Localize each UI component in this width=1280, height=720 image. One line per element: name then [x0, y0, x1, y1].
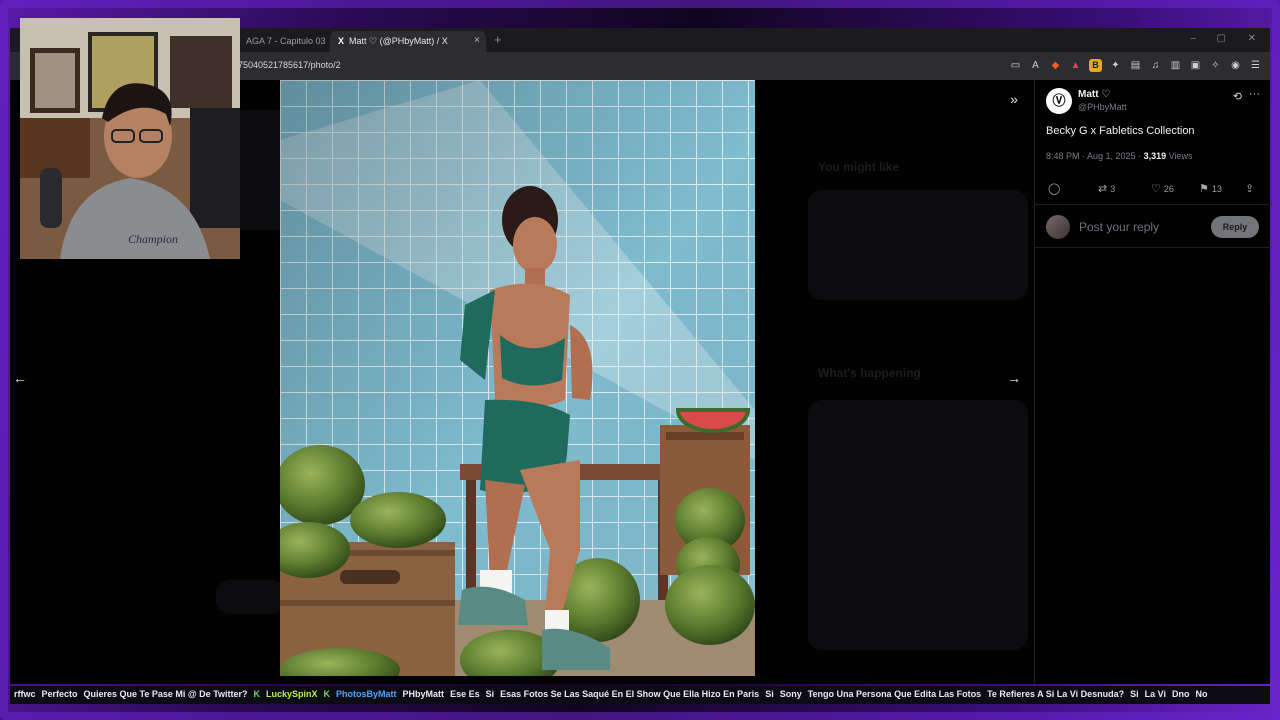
retweet-action[interactable]: ⇄ 3 — [1098, 182, 1115, 195]
chat-message: Dno — [1172, 689, 1190, 699]
share-action[interactable]: ⇪ — [1245, 182, 1257, 195]
views-label: Views — [1166, 151, 1193, 161]
post-detail-panel: Ⓥ Matt ♡ @PHbyMatt ⟲ ··· Becky G x Fable… — [1034, 80, 1271, 684]
dimmed-trends — [808, 400, 1028, 650]
chat-message: LuckySpinX — [266, 689, 318, 699]
previous-photo-button[interactable]: ← — [7, 365, 33, 391]
retweet-icon: ⇄ — [1098, 183, 1108, 195]
post-actions: ◯ ⇄ 3 ♡ 26 ⚑ 13 ⇪ — [1035, 182, 1271, 198]
brave-rewards-icon[interactable]: ▲ — [1069, 59, 1082, 72]
reply-action[interactable]: ◯ — [1048, 182, 1063, 195]
user-avatar — [1046, 215, 1070, 239]
chat-message: Si — [765, 689, 774, 699]
chat-badge-icon: K — [323, 689, 331, 699]
tab-close-icon[interactable]: × — [474, 35, 480, 46]
chat-message: No — [1195, 689, 1208, 699]
chat-message: Esas Fotos Se Las Saqué En El Show Que E… — [500, 689, 760, 699]
like-action[interactable]: ♡ 26 — [1151, 182, 1174, 195]
svg-text:Champion: Champion — [128, 232, 178, 246]
chat-message: PhotosByMatt — [336, 689, 397, 699]
new-tab-button[interactable]: + — [494, 32, 502, 47]
dimmed-post-button — [216, 580, 286, 614]
dimmed-suggestions — [808, 190, 1028, 300]
photo-image — [280, 80, 755, 676]
vpn-icon[interactable]: ◉ — [1229, 59, 1242, 72]
tab-x-profile[interactable]: X Matt ♡ (@PHbyMatt) / X × — [330, 31, 486, 52]
share-icon: ⇪ — [1245, 183, 1255, 195]
tab-aga-label: AGA 7 - Capitulo 03 — [246, 36, 326, 46]
cast-icon[interactable]: ▭ — [1009, 59, 1022, 72]
reply-icon: ◯ — [1048, 183, 1061, 195]
chat-badge-icon: K — [253, 689, 261, 699]
leo-icon[interactable]: ✧ — [1209, 59, 1222, 72]
bookmark-count: 13 — [1211, 184, 1222, 194]
chat-message: Si — [485, 689, 495, 699]
sidebar-icon[interactable]: ▥ — [1169, 59, 1182, 72]
chat-ticker: rffwc Perfecto Quieres Que Te Pase Mi @ De… — [10, 686, 1270, 704]
post-time[interactable]: 8:48 PM · Aug 1, 2025 · — [1046, 151, 1144, 161]
reply-input[interactable]: Post your reply — [1079, 220, 1159, 234]
chat-message: Ese Es — [450, 689, 480, 699]
more-options-icon[interactable]: ··· — [1249, 88, 1260, 100]
wallet-icon[interactable]: ▣ — [1189, 59, 1202, 72]
tab-aga[interactable]: AGA 7 - Capitulo 03 — [238, 31, 330, 52]
bookmark-action[interactable]: ⚑ 13 — [1199, 182, 1222, 195]
chat-message: Te Refieres A Si La Vi Desnuda? — [987, 689, 1125, 699]
post-text: Becky G x Fabletics Collection — [1046, 125, 1195, 137]
reply-button[interactable]: Reply — [1211, 216, 1259, 238]
author-handle[interactable]: @PHbyMatt — [1078, 102, 1127, 112]
chat-message: rffwc — [14, 689, 36, 699]
dimmed-you-might-like: You might like — [818, 160, 900, 174]
next-photo-button[interactable]: → — [1001, 365, 1027, 391]
chat-message: Sony — [779, 689, 802, 699]
minimize-icon[interactable]: – — [1190, 33, 1196, 44]
chat-message: La Vi — [1144, 689, 1167, 699]
bookmark-icon: ⚑ — [1199, 183, 1209, 195]
reply-composer: Post your reply Reply — [1035, 204, 1271, 248]
author-name[interactable]: Matt ♡ — [1078, 89, 1110, 100]
author-avatar[interactable]: Ⓥ — [1046, 88, 1072, 114]
webcam-feed: Champion — [20, 18, 240, 259]
url-field[interactable]: 75040521785617/photo/2 — [238, 60, 341, 70]
reader-icon[interactable]: ▤ — [1129, 59, 1142, 72]
grok-icon[interactable]: ⟲ — [1233, 90, 1242, 103]
post-meta: 8:48 PM · Aug 1, 2025 · 3,319 Views — [1046, 151, 1192, 161]
wallet-extension-icon[interactable]: B — [1089, 59, 1102, 72]
maximize-icon[interactable]: ▢ — [1217, 33, 1226, 44]
x-logo-icon: X — [338, 36, 345, 46]
brave-shield-icon[interactable]: ◆ — [1049, 59, 1062, 72]
close-window-icon[interactable]: ✕ — [1248, 33, 1256, 44]
extension-toolbar: ▭ A ◆ ▲ B ✦ ▤ ♫ ▥ ▣ ✧ ◉ ☰ — [1009, 59, 1262, 72]
puzzle-icon[interactable]: ✦ — [1109, 59, 1122, 72]
views-count: 3,319 — [1143, 151, 1167, 161]
stream-overlay: AGA 7 - Capitulo 03 X Matt ♡ (@PHbyMatt) … — [0, 0, 1280, 720]
chat-message: Perfecto — [41, 689, 78, 699]
chat-message: Si — [1130, 689, 1139, 699]
webcam-image: Champion — [20, 18, 240, 259]
menu-icon[interactable]: ☰ — [1249, 59, 1262, 72]
like-count: 26 — [1163, 184, 1174, 194]
chat-message: PHbyMatt — [402, 689, 445, 699]
retweet-count: 3 — [1110, 184, 1116, 194]
chat-message: Tengo Una Persona Que Edita Las Fotos — [807, 689, 982, 699]
dimmed-whats-happening: What's happening — [818, 366, 921, 380]
media-icon[interactable]: ♫ — [1149, 59, 1162, 72]
post-photo[interactable] — [280, 80, 755, 676]
translate-icon[interactable]: A — [1029, 59, 1042, 72]
tab-x-label: Matt ♡ (@PHbyMatt) / X — [349, 36, 448, 46]
chat-message: Quieres Que Te Pase Mi @ De Twitter? — [83, 689, 248, 699]
collapse-panel-button[interactable]: » — [1001, 86, 1027, 112]
heart-icon: ♡ — [1151, 183, 1161, 195]
